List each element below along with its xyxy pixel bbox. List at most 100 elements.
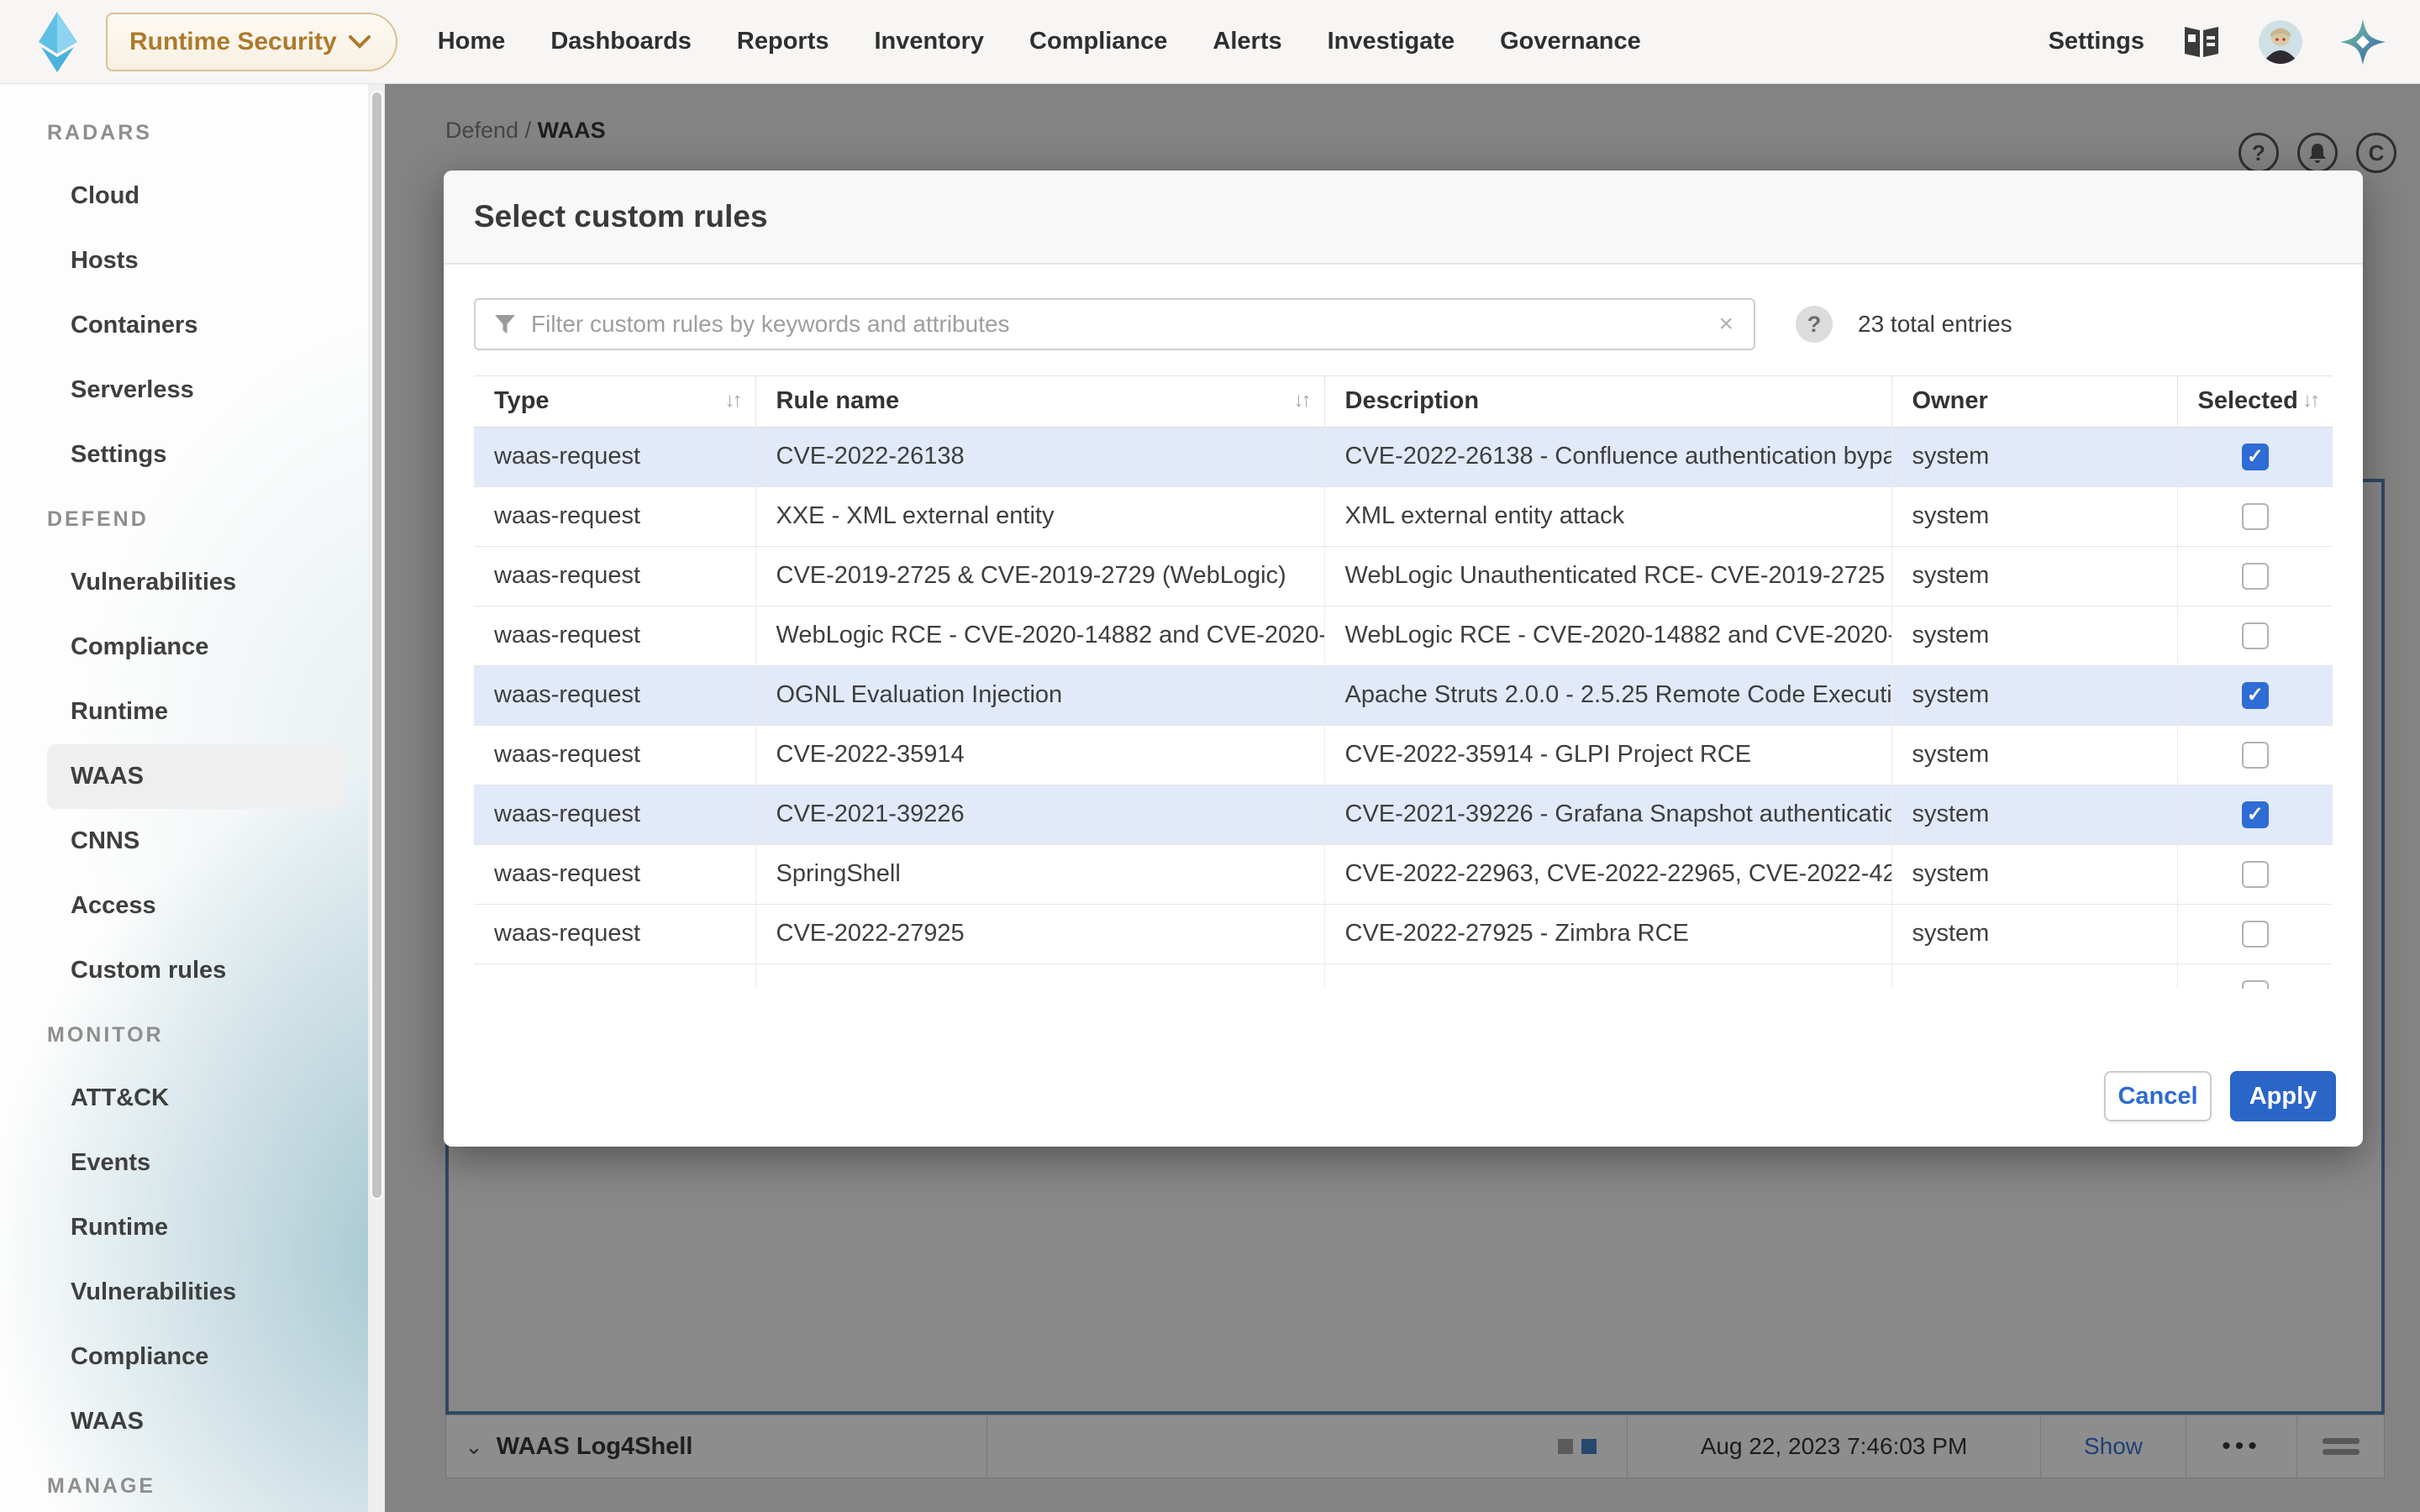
rule-selected-cell [2177, 486, 2333, 546]
custom-rule-row[interactable]: waas-requestCVE-2022-35914CVE-2022-35914… [474, 725, 2333, 785]
nav-item-alerts[interactable]: Alerts [1213, 28, 1281, 55]
sort-arrows-icon[interactable]: ↓↑ [2302, 389, 2317, 412]
rule-checkbox[interactable] [2242, 563, 2269, 590]
custom-rule-row[interactable]: waas-requestSpringShellCVE-2022-22963, C… [474, 844, 2333, 904]
rule-selected-cell [2177, 844, 2333, 904]
sidebar-item-compliance[interactable]: Compliance [0, 615, 385, 680]
rules-table-container: Type↓↑Rule name↓↑DescriptionOwnerSelecte… [474, 375, 2333, 989]
user-avatar[interactable] [2259, 20, 2302, 64]
compute-logo-icon[interactable] [30, 10, 84, 74]
sidebar-item-serverless[interactable]: Serverless [0, 358, 385, 423]
rule-checkbox[interactable]: ✓ [2242, 444, 2269, 470]
sidebar-scrollbar[interactable] [368, 84, 385, 1512]
clear-filter-icon[interactable]: × [1715, 310, 1737, 339]
rule-owner-cell: system [1891, 606, 2177, 665]
sort-arrows-icon[interactable]: ↓↑ [1294, 389, 1309, 412]
sidebar-item-events[interactable]: Events [0, 1131, 385, 1195]
sidebar-scrollbar-thumb[interactable] [371, 91, 383, 1200]
rule-checkbox[interactable] [2242, 622, 2269, 649]
nav-item-governance[interactable]: Governance [1500, 28, 1641, 55]
rule-selected-cell [2177, 725, 2333, 785]
sidebar-item-cloud[interactable]: Cloud [0, 164, 385, 228]
rule-type-cell: waas-request [474, 665, 755, 725]
nav-item-investigate[interactable]: Investigate [1328, 28, 1455, 55]
rule-owner-cell: system [1891, 486, 2177, 546]
sidebar-section-defend: DEFEND [0, 487, 385, 550]
filter-help-icon[interactable]: ? [1796, 306, 1833, 343]
rules-col-description[interactable]: Description [1324, 376, 1891, 427]
rule-type-cell: waas-request [474, 486, 755, 546]
rule-checkbox[interactable] [2242, 503, 2269, 530]
custom-rule-row-clipped [474, 963, 2333, 989]
empty-cell [474, 963, 755, 989]
rule-name-cell: CVE-2022-35914 [755, 725, 1324, 785]
rule-selected-cell [2177, 904, 2333, 963]
rule-checkbox[interactable]: ✓ [2242, 801, 2269, 828]
main-region: Defend / WAAS ? C SelectedApp IDHTTP hos… [385, 84, 2420, 1512]
sidebar-item-runtime[interactable]: Runtime [0, 1195, 385, 1260]
rule-checkbox[interactable] [2242, 980, 2269, 990]
main-menu: Home Dashboards Reports Inventory Compliance… [438, 28, 1641, 55]
sidebar-item-compliance[interactable]: Compliance [0, 1325, 385, 1389]
nav-item-dashboards[interactable]: Dashboards [550, 28, 692, 55]
rule-type-cell: waas-request [474, 606, 755, 665]
rule-owner-cell: system [1891, 785, 2177, 844]
custom-rule-row[interactable]: waas-requestCVE-2021-39226CVE-2021-39226… [474, 785, 2333, 844]
sidebar-item-runtime[interactable]: Runtime [0, 680, 385, 744]
docs-book-icon[interactable] [2181, 24, 2222, 60]
rule-type-cell: waas-request [474, 546, 755, 606]
filter-input[interactable] [531, 311, 1702, 338]
nav-item-inventory[interactable]: Inventory [875, 28, 985, 55]
nav-item-compliance[interactable]: Compliance [1029, 28, 1167, 55]
rules-col-owner[interactable]: Owner [1891, 376, 2177, 427]
rule-name-cell: WebLogic RCE - CVE-2020-14882 and CVE-20… [755, 606, 1324, 665]
product-switcher[interactable]: Runtime Security [106, 13, 397, 71]
rule-checkbox[interactable] [2242, 921, 2269, 948]
rule-description-cell: WebLogic Unauthenticated RCE- CVE-2019-2… [1324, 546, 1891, 606]
rules-col-type[interactable]: Type↓↑ [474, 376, 755, 427]
product-name: Runtime Security [129, 28, 337, 56]
chevron-down-icon [349, 34, 371, 50]
rule-owner-cell: system [1891, 665, 2177, 725]
rule-name-cell: OGNL Evaluation Injection [755, 665, 1324, 725]
rule-name-cell: SpringShell [755, 844, 1324, 904]
nav-settings[interactable]: Settings [2049, 28, 2144, 55]
rule-description-cell: CVE-2022-26138 - Confluence authenticati… [1324, 427, 1891, 486]
custom-rule-row[interactable]: waas-requestXXE - XML external entityXML… [474, 486, 2333, 546]
total-entries: 23 total entries [1858, 311, 2012, 338]
custom-rule-row[interactable]: waas-requestCVE-2019-2725 & CVE-2019-272… [474, 546, 2333, 606]
custom-rule-row[interactable]: waas-requestCVE-2022-27925CVE-2022-27925… [474, 904, 2333, 963]
sidebar-item-custom-rules[interactable]: Custom rules [0, 938, 385, 1003]
sidebar-item-waas[interactable]: WAAS [47, 744, 345, 809]
sidebar-item-cnns[interactable]: CNNS [0, 809, 385, 874]
sidebar-item-access[interactable]: Access [0, 874, 385, 938]
custom-rule-row[interactable]: waas-requestWebLogic RCE - CVE-2020-1488… [474, 606, 2333, 665]
rules-col-selected[interactable]: Selected↓↑ [2177, 376, 2333, 427]
empty-cell [1891, 963, 2177, 989]
apply-button[interactable]: Apply [2230, 1071, 2336, 1121]
sidebar-item-settings[interactable]: Settings [0, 423, 385, 487]
sort-arrows-icon[interactable]: ↓↑ [725, 389, 740, 412]
nav-item-reports[interactable]: Reports [737, 28, 829, 55]
sidebar-item-att-ck[interactable]: ATT&CK [0, 1066, 385, 1131]
cancel-button[interactable]: Cancel [2104, 1071, 2212, 1121]
sidebar-item-vulnerabilities[interactable]: Vulnerabilities [0, 1260, 385, 1325]
rule-selected-cell: ✓ [2177, 785, 2333, 844]
sidebar-item-containers[interactable]: Containers [0, 293, 385, 358]
rule-name-cell: CVE-2022-26138 [755, 427, 1324, 486]
rule-type-cell: waas-request [474, 844, 755, 904]
sidebar-item-vulnerabilities[interactable]: Vulnerabilities [0, 550, 385, 615]
rule-selected-cell: ✓ [2177, 427, 2333, 486]
rule-checkbox[interactable]: ✓ [2242, 682, 2269, 709]
rule-checkbox[interactable] [2242, 861, 2269, 888]
rules-col-rule-name[interactable]: Rule name↓↑ [755, 376, 1324, 427]
rule-selected-cell [2177, 546, 2333, 606]
nav-item-home[interactable]: Home [438, 28, 506, 55]
filter-funnel-icon [492, 312, 518, 337]
custom-rule-row[interactable]: waas-requestCVE-2022-26138CVE-2022-26138… [474, 427, 2333, 486]
prisma-cloud-logo-icon[interactable] [2339, 18, 2386, 66]
sidebar-item-hosts[interactable]: Hosts [0, 228, 385, 293]
rule-checkbox[interactable] [2242, 742, 2269, 769]
custom-rule-row[interactable]: waas-requestOGNL Evaluation InjectionApa… [474, 665, 2333, 725]
sidebar-item-waas[interactable]: WAAS [0, 1389, 385, 1454]
